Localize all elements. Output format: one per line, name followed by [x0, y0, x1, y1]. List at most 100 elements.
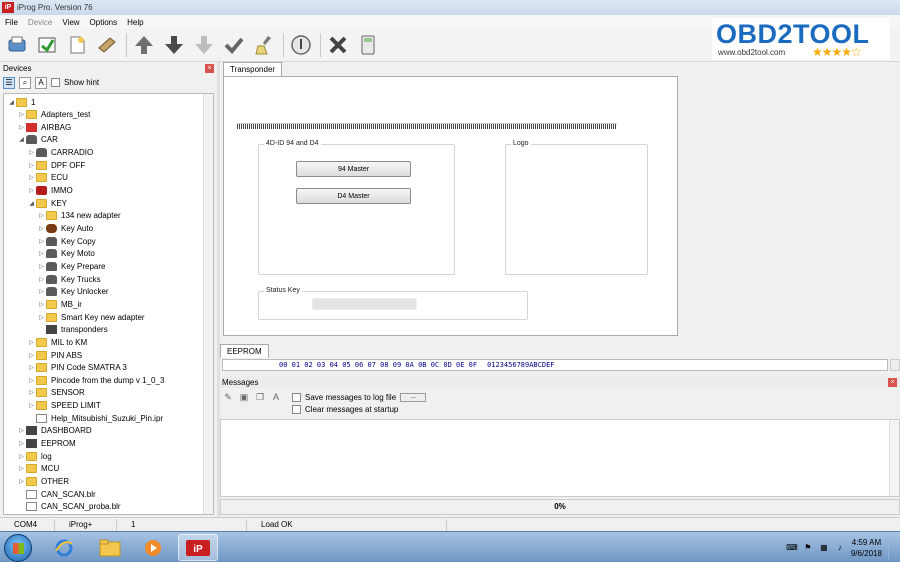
edit-icon[interactable]	[93, 31, 121, 59]
tree-expander[interactable]: ▷	[28, 339, 35, 346]
ie-icon[interactable]	[44, 534, 84, 561]
save-icon[interactable]: ▣	[238, 391, 250, 403]
tree-item[interactable]: ▷ SPEED LIMIT	[28, 400, 101, 412]
tree-expander[interactable]: ▷	[28, 377, 35, 384]
volume-icon[interactable]: ♪	[835, 543, 845, 553]
tree-item[interactable]: transponders	[38, 324, 108, 336]
tree-item[interactable]: ▷ MIL to KM	[28, 336, 87, 348]
tree-expander[interactable]: ▷	[28, 149, 35, 156]
tree-item[interactable]: ▷ SENSOR	[28, 387, 85, 399]
tree-expander[interactable]: ▷	[18, 111, 25, 118]
tree-expander[interactable]: ◢	[28, 200, 35, 207]
tree-expander[interactable]: ▷	[28, 187, 35, 194]
tree-item[interactable]: ▷ Key Unlocker	[38, 286, 109, 298]
tree-expander[interactable]: ▷	[18, 124, 25, 131]
tree-item[interactable]: ▷ PIN ABS	[28, 349, 82, 361]
tree-item[interactable]: CAN_SCAN_proba.blr	[18, 501, 121, 513]
tree-item[interactable]: ▷ Pincode from the dump v 1_0_3	[28, 374, 164, 386]
tree-expander[interactable]: ▷	[28, 389, 35, 396]
brush-icon[interactable]: ✎	[222, 391, 234, 403]
tree-expander[interactable]: ▷	[28, 364, 35, 371]
menu-help[interactable]: Help	[122, 18, 148, 27]
media-player-icon[interactable]	[133, 534, 173, 561]
keyboard-icon[interactable]: ⌨	[786, 543, 798, 553]
tree-expander[interactable]: ▷	[18, 465, 25, 472]
tree-item[interactable]: ▷ Key Copy	[38, 235, 96, 247]
show-desktop-button[interactable]	[888, 536, 896, 559]
search-icon[interactable]: ⌕	[19, 76, 31, 89]
tree-item[interactable]: ▷ PIN Code SMATRA 3	[28, 362, 127, 374]
tree-expander[interactable]: ▷	[38, 276, 45, 283]
info-icon[interactable]	[287, 31, 315, 59]
save-log-checkbox[interactable]	[292, 393, 301, 402]
cancel-x-icon[interactable]	[324, 31, 352, 59]
tree-expander[interactable]: ▷	[18, 453, 25, 460]
tree-item[interactable]: ▷ Adapters_test	[18, 109, 90, 121]
tree-expander[interactable]: ▷	[38, 250, 45, 257]
show-hint-checkbox[interactable]	[51, 78, 60, 87]
flag-icon[interactable]: ⚑	[803, 543, 813, 553]
download-disabled-icon[interactable]	[190, 31, 218, 59]
tree-view-icon[interactable]: ☰	[3, 76, 15, 89]
tree-item[interactable]: ▷ AIRBAG	[18, 121, 71, 133]
calculator-icon[interactable]	[354, 31, 382, 59]
tree-item[interactable]: CAN_SCAN.blr	[18, 488, 96, 500]
tree-item[interactable]: ▷ MB_ir	[38, 298, 82, 310]
start-button[interactable]	[4, 534, 32, 562]
tree-item[interactable]: ▷ Key Trucks	[38, 273, 101, 285]
menu-view[interactable]: View	[57, 18, 84, 27]
tree-item[interactable]: ▷ log	[18, 450, 52, 462]
font-icon[interactable]: A	[270, 391, 282, 403]
tree-item[interactable]: ◢ 1	[8, 96, 35, 108]
upload-arrow-icon[interactable]	[130, 31, 158, 59]
erase-brush-icon[interactable]	[250, 31, 278, 59]
new-file-icon[interactable]	[63, 31, 91, 59]
menu-options[interactable]: Options	[85, 18, 123, 27]
tree-expander[interactable]: ▷	[38, 225, 45, 232]
clear-startup-checkbox[interactable]	[292, 405, 301, 414]
94-master-button[interactable]: 94 Master	[296, 161, 411, 177]
tree-expander[interactable]: ▷	[28, 352, 35, 359]
tree-item[interactable]: ▷ ECU	[28, 172, 68, 184]
tree-item[interactable]: ◢ CAR	[18, 134, 58, 146]
tree-expander[interactable]: ▷	[38, 238, 45, 245]
copy-icon[interactable]: ❐	[254, 391, 266, 403]
iprog-taskbar-icon[interactable]: iP	[178, 534, 218, 561]
sort-alpha-icon[interactable]: A	[35, 76, 47, 89]
messages-scrollbar[interactable]	[889, 420, 899, 496]
tree-expander[interactable]: ◢	[8, 99, 15, 106]
tree-expander[interactable]: ▷	[28, 174, 35, 181]
tree-item[interactable]: ◢ KEY	[28, 197, 67, 209]
menu-file[interactable]: File	[0, 18, 23, 27]
tree-item[interactable]: ▷ EEPROM	[18, 438, 76, 450]
download-arrow-icon[interactable]	[160, 31, 188, 59]
tree-item[interactable]: ▷ CARRADIO	[28, 147, 93, 159]
tree-item[interactable]: ▷ IMMO	[28, 185, 73, 197]
tree-item[interactable]: ▷ MCU	[18, 463, 59, 475]
explorer-icon[interactable]	[90, 534, 130, 561]
tree-expander[interactable]: ◢	[18, 136, 25, 143]
tree-item[interactable]: ▷ 134 new adapter	[38, 210, 121, 222]
hex-scrollbar[interactable]	[890, 359, 900, 371]
close-panel-icon[interactable]: ×	[205, 63, 214, 73]
messages-log[interactable]	[220, 419, 900, 497]
tab-eeprom[interactable]: EEPROM	[220, 344, 269, 358]
tree-item[interactable]: ▷ OTHER	[18, 476, 69, 488]
tree-expander[interactable]: ▷	[38, 301, 45, 308]
tree-expander[interactable]: ▷	[28, 402, 35, 409]
tree-item[interactable]: Help_Mitsubishi_Suzuki_Pin.ipr	[28, 412, 163, 424]
tree-item[interactable]: ▷ DPF OFF	[28, 159, 85, 171]
tree-item[interactable]: ▷ Key Prepare	[38, 260, 105, 272]
tree-expander[interactable]: ▷	[18, 427, 25, 434]
tree-expander[interactable]: ▷	[38, 212, 45, 219]
tree-item[interactable]: ▷ DASHBOARD	[18, 425, 92, 437]
open-device-icon[interactable]	[3, 31, 31, 59]
close-messages-icon[interactable]: ×	[888, 377, 897, 387]
clock[interactable]: 4:59 AM 9/6/2018	[851, 537, 882, 559]
d4-master-button[interactable]: D4 Master	[296, 188, 411, 204]
check-icon[interactable]	[220, 31, 248, 59]
tree-item[interactable]: ▷ Smart Key new adapter	[38, 311, 145, 323]
browse-log-button[interactable]: ...	[400, 393, 427, 402]
tree-scrollbar[interactable]	[203, 94, 213, 514]
tree-item[interactable]: ▷ Key Auto	[38, 223, 93, 235]
